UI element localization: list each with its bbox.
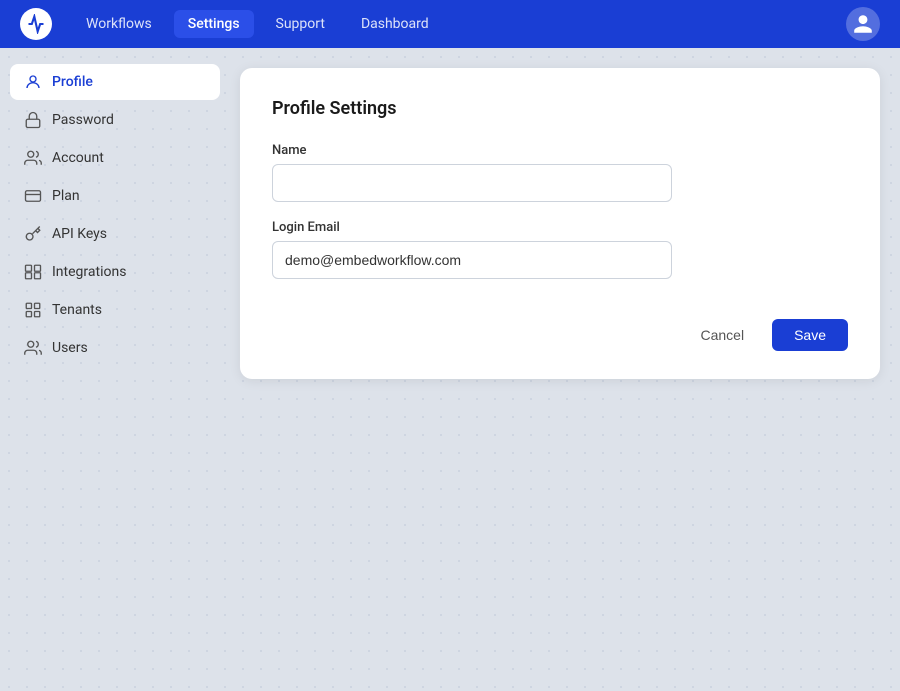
email-group: Login Email — [272, 220, 848, 279]
main-layout: Profile Password Account Plan API Keys — [0, 48, 900, 691]
nav-workflows[interactable]: Workflows — [72, 10, 166, 38]
integrations-icon — [24, 263, 42, 281]
sidebar-item-users[interactable]: Users — [10, 330, 220, 366]
settings-card: Profile Settings Name Login Email Cancel… — [240, 68, 880, 379]
sidebar-item-api-keys[interactable]: API Keys — [10, 216, 220, 252]
name-input[interactable] — [272, 164, 672, 202]
plan-icon — [24, 187, 42, 205]
sidebar-item-plan[interactable]: Plan — [10, 178, 220, 214]
save-button[interactable]: Save — [772, 319, 848, 351]
form-actions: Cancel Save — [272, 307, 848, 351]
tenants-icon — [24, 301, 42, 319]
logo — [20, 8, 52, 40]
nav-settings[interactable]: Settings — [174, 10, 254, 38]
email-input[interactable] — [272, 241, 672, 279]
topnav: Workflows Settings Support Dashboard — [0, 0, 900, 48]
sidebar-item-profile[interactable]: Profile — [10, 64, 220, 100]
profile-icon — [24, 73, 42, 91]
nav-support[interactable]: Support — [262, 10, 339, 38]
sidebar-item-tenants[interactable]: Tenants — [10, 292, 220, 328]
sidebar-item-account[interactable]: Account — [10, 140, 220, 176]
sidebar: Profile Password Account Plan API Keys — [0, 48, 230, 691]
name-label: Name — [272, 143, 848, 158]
sidebar-item-integrations[interactable]: Integrations — [10, 254, 220, 290]
password-icon — [24, 111, 42, 129]
main-content: Profile Settings Name Login Email Cancel… — [230, 48, 900, 691]
account-icon — [24, 149, 42, 167]
user-avatar[interactable] — [846, 7, 880, 41]
users-icon — [24, 339, 42, 357]
sidebar-item-password[interactable]: Password — [10, 102, 220, 138]
email-label: Login Email — [272, 220, 848, 235]
nav-dashboard[interactable]: Dashboard — [347, 10, 443, 38]
settings-title: Profile Settings — [272, 98, 848, 119]
cancel-button[interactable]: Cancel — [682, 319, 762, 351]
api-keys-icon — [24, 225, 42, 243]
name-group: Name — [272, 143, 848, 202]
